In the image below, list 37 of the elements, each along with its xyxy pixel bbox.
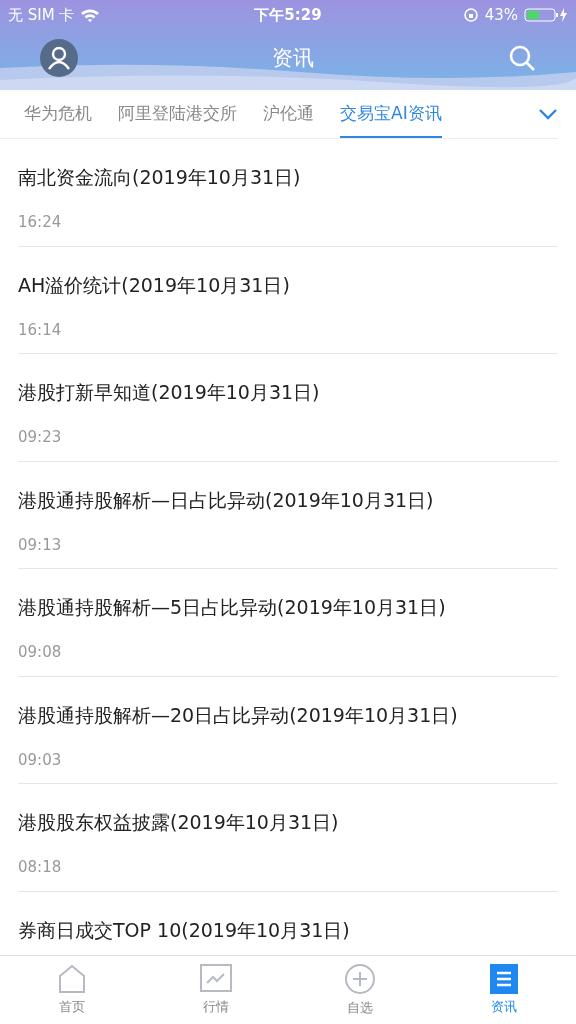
- news-title[interactable]: 港股打新早知道(2019年10月31日): [18, 380, 558, 406]
- news-time: 09:08: [18, 643, 63, 661]
- rotation-lock-icon: [462, 7, 479, 23]
- news-title[interactable]: 港股股东权益披露(2019年10月31日): [18, 810, 558, 836]
- news-time: 16:14: [18, 320, 63, 339]
- news-time: 16:24: [18, 213, 63, 231]
- news-time: 09:03: [18, 750, 63, 769]
- news-title[interactable]: 券商日成交TOP 10(2019年10月31日): [18, 917, 558, 944]
- news-title[interactable]: 南北资金流向(2019年10月31日): [18, 165, 558, 191]
- list-icon: [490, 964, 518, 994]
- news-title[interactable]: 港股通持股解析—5日占比异动(2019年10月31日): [18, 595, 558, 621]
- news-time: 09:13: [18, 535, 63, 554]
- status-time: 下午5:29: [254, 5, 322, 25]
- category-tab[interactable]: 交易宝AI资讯: [340, 90, 442, 138]
- search-icon[interactable]: [508, 44, 536, 72]
- chevron-down-icon[interactable]: [538, 108, 558, 120]
- news-time: 09:23: [18, 428, 63, 446]
- nav-tab[interactable]: 资讯: [432, 956, 576, 1024]
- news-title[interactable]: 港股通持股解析—20日占比异动(2019年10月31日): [18, 702, 558, 729]
- category-tab[interactable]: 阿里登陆港交所: [118, 90, 237, 138]
- news-title[interactable]: AH溢价统计(2019年10月31日): [18, 272, 558, 299]
- chart-icon: [200, 964, 232, 994]
- nav-tab[interactable]: 行情: [144, 956, 288, 1024]
- nav-tab[interactable]: 自选: [288, 956, 432, 1024]
- news-time: 08:18: [18, 858, 63, 876]
- carrier-text: 无 SIM 卡: [8, 5, 75, 25]
- add-icon: [344, 963, 376, 995]
- news-title[interactable]: 港股通持股解析—日占比异动(2019年10月31日): [18, 487, 558, 514]
- home-icon: [57, 964, 87, 994]
- wifi-icon: [80, 8, 101, 22]
- battery-percent: 43%: [484, 6, 518, 24]
- category-tab[interactable]: 华为危机: [24, 90, 92, 138]
- battery-icon: [524, 7, 568, 23]
- page-title: 资讯: [272, 45, 314, 72]
- avatar-icon[interactable]: [40, 39, 78, 77]
- nav-tab[interactable]: 首页: [0, 956, 144, 1024]
- category-tab[interactable]: 沪伦通: [263, 90, 314, 138]
